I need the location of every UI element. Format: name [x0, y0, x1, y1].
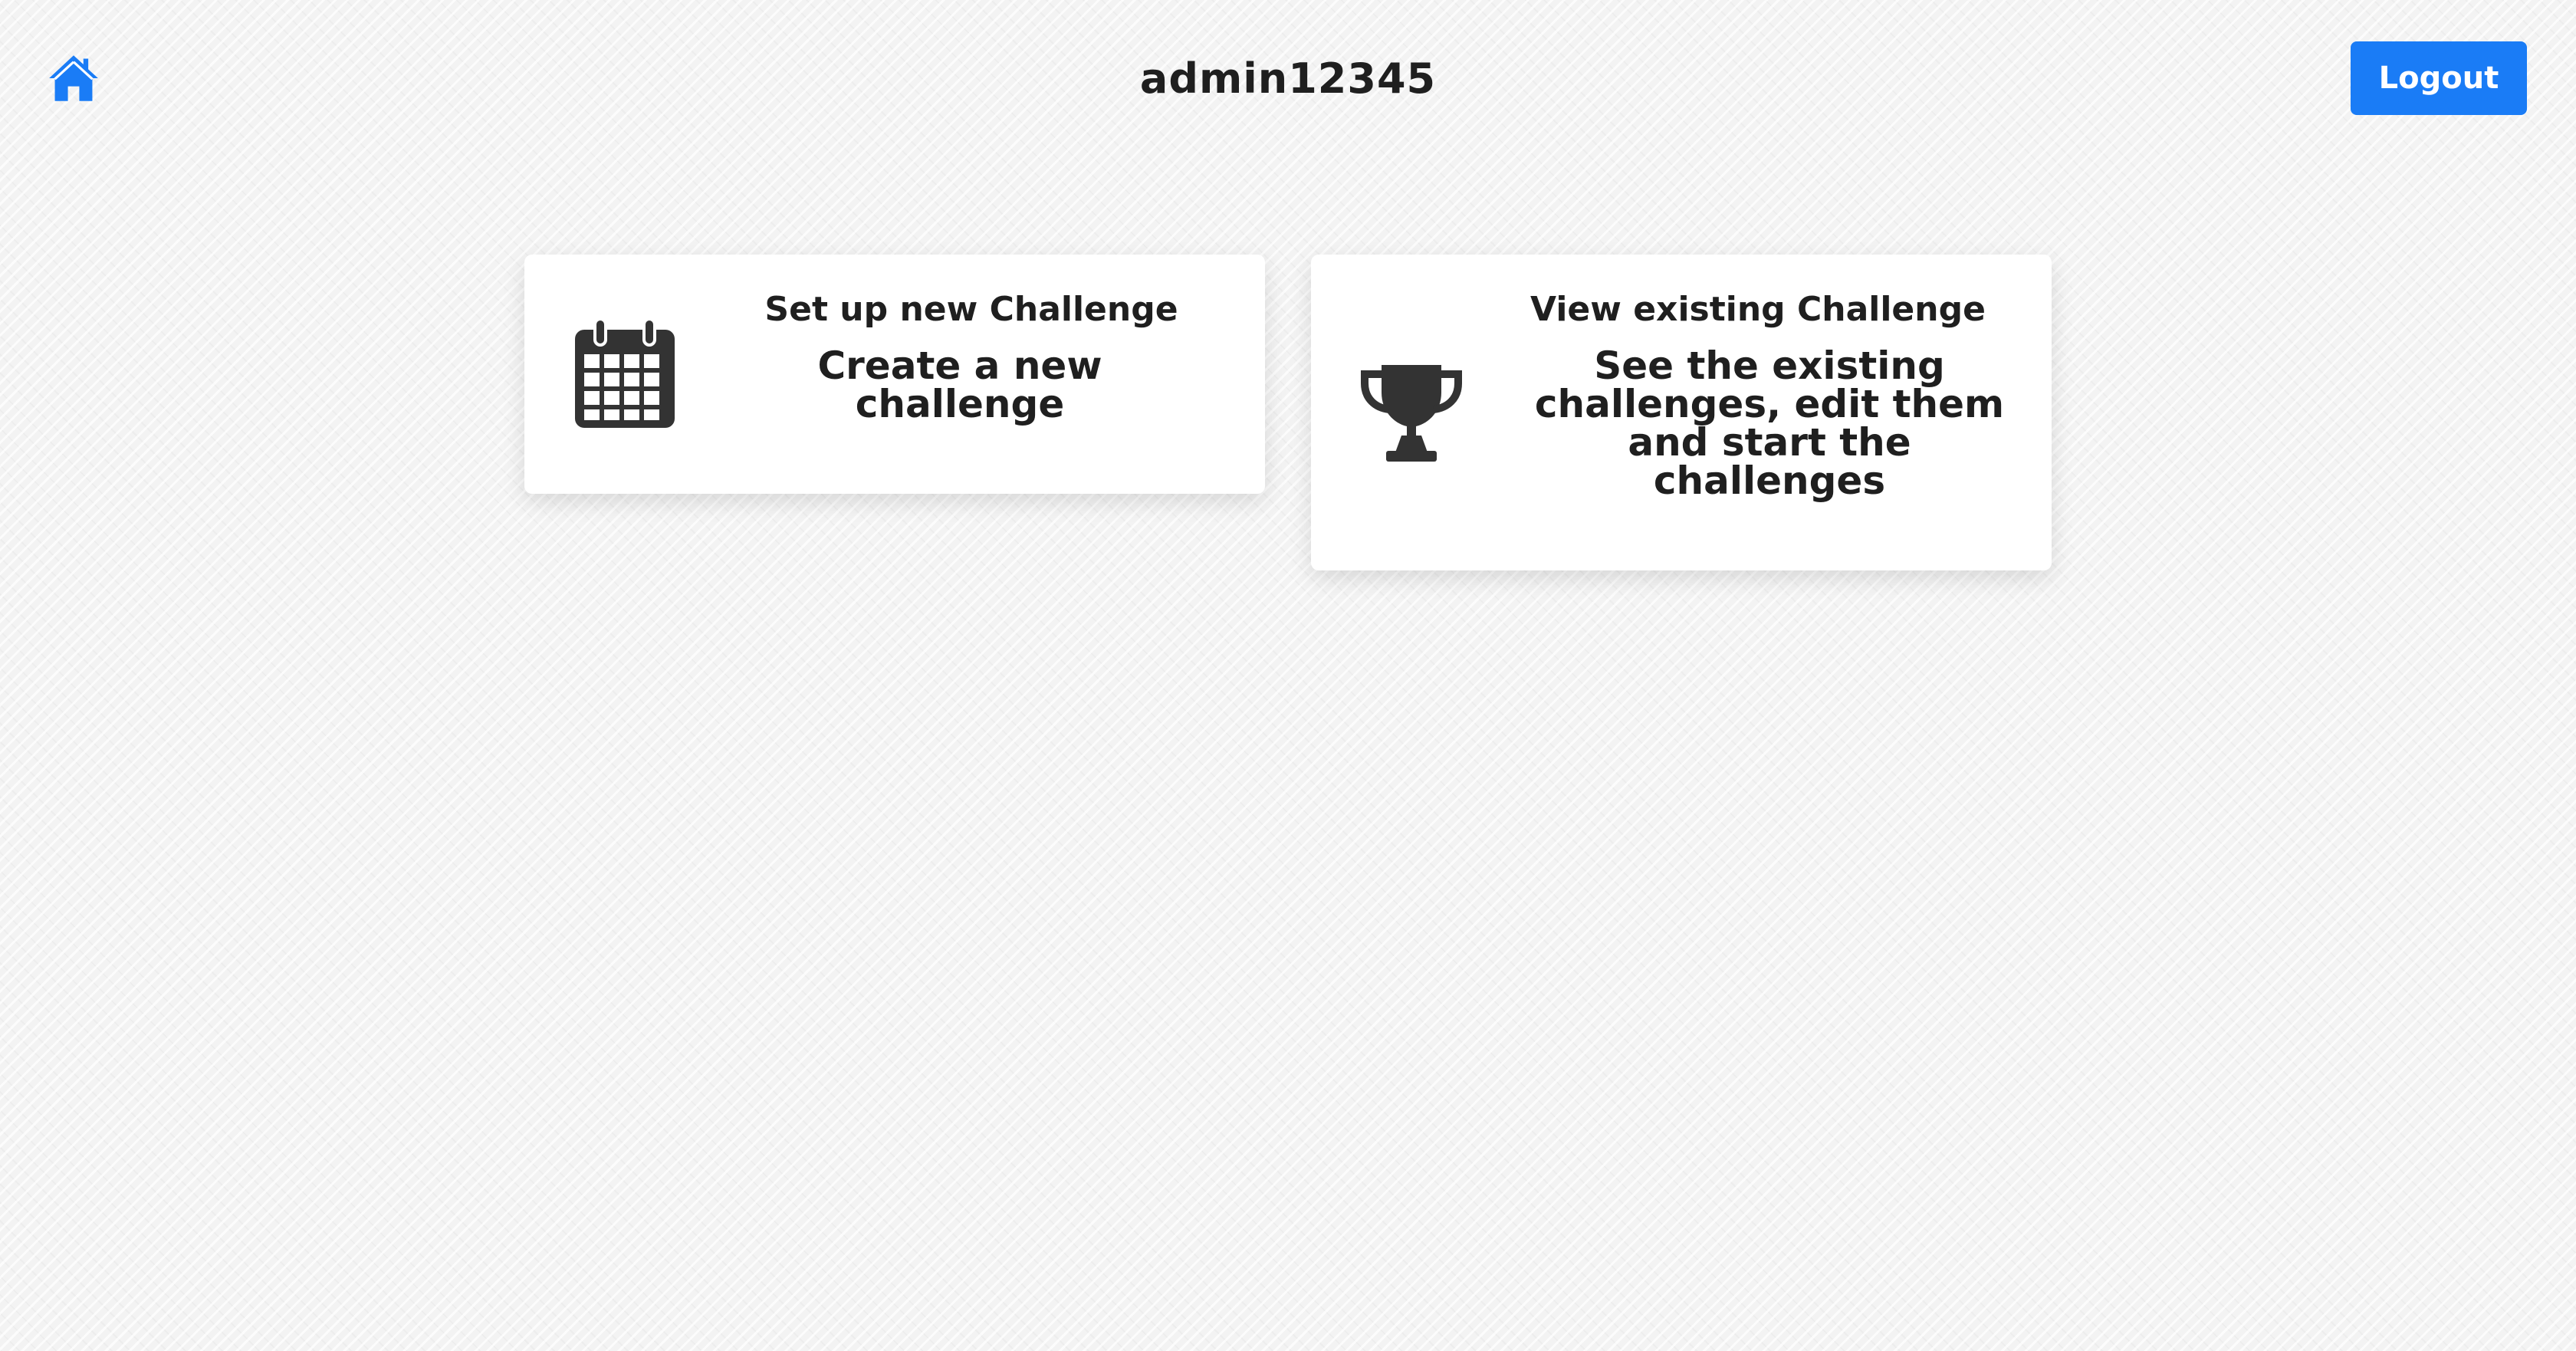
setup-challenge-description: Create a new challenge [817, 344, 1102, 426]
calendar-icon [572, 317, 678, 431]
setup-challenge-title: Set up new Challenge [764, 290, 1178, 329]
view-challenge-title: View existing Challenge [1530, 290, 1986, 329]
view-challenge-description: See the existing challenges, edit them a… [1534, 344, 2005, 503]
logout-button[interactable]: Logout [2351, 41, 2527, 115]
username-label: admin12345 [1139, 54, 1437, 103]
view-challenge-card[interactable]: View existing Challenge See the existing… [1311, 255, 2052, 570]
trophy-icon [1359, 362, 1464, 463]
setup-challenge-body: Set up new Challenge Create a new challe… [708, 288, 1234, 423]
view-challenge-body: View existing Challenge See the existing… [1495, 288, 2021, 500]
setup-challenge-card[interactable]: Set up new Challenge Create a new challe… [524, 255, 1265, 494]
